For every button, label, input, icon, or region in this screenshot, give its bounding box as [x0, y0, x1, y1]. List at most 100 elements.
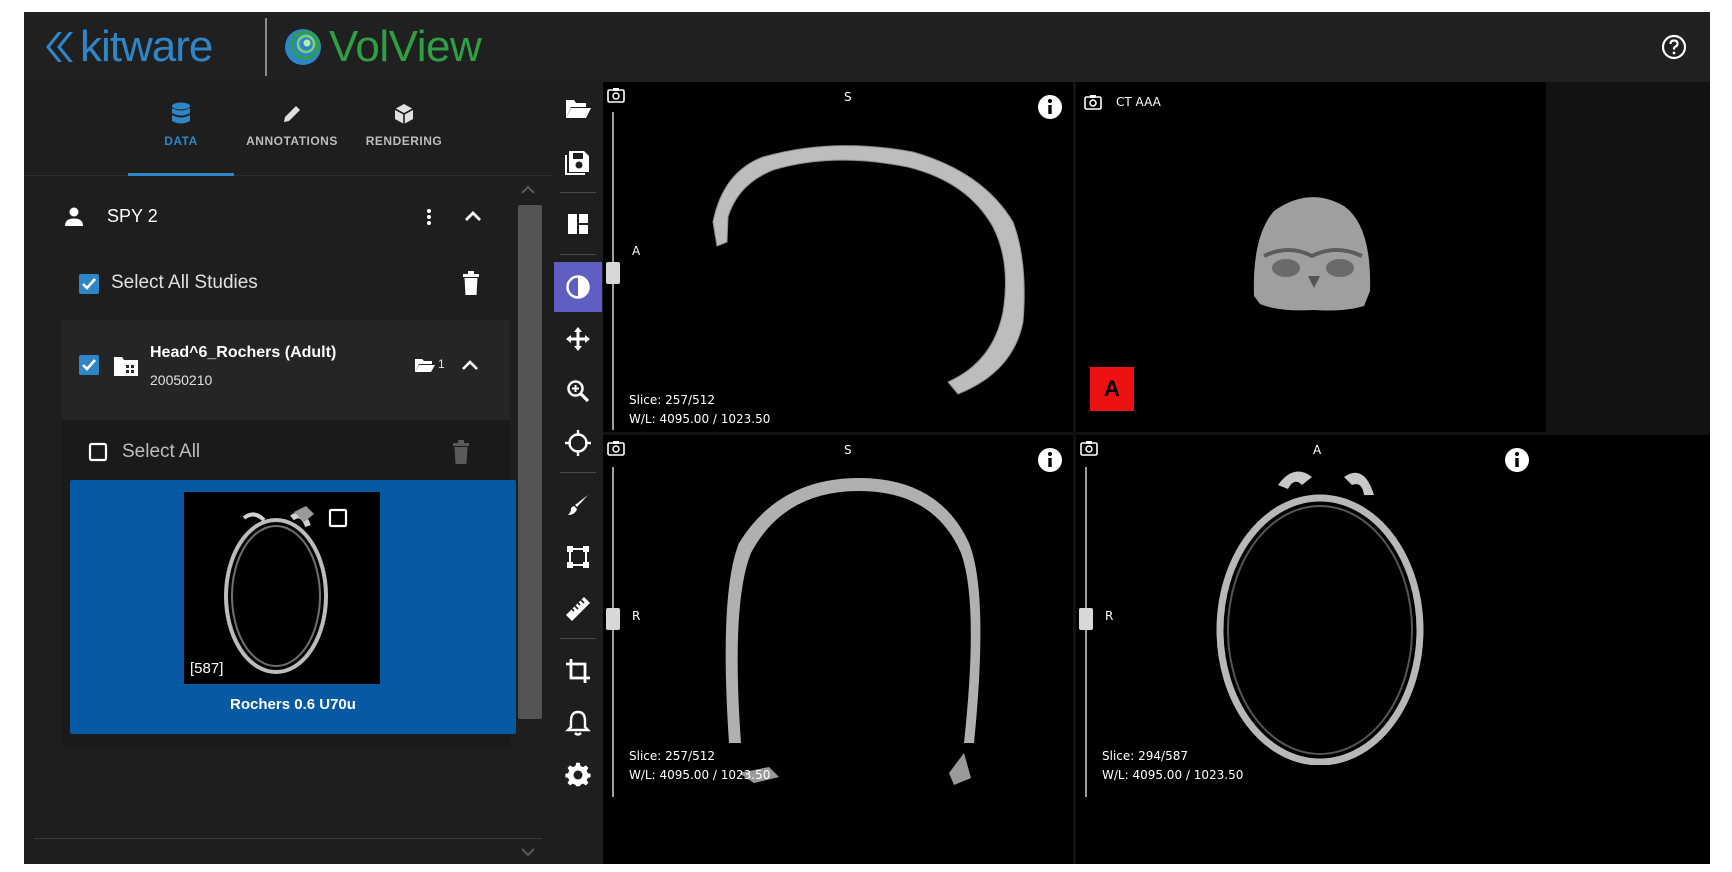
panel-divider	[34, 838, 542, 839]
screenshot-icon[interactable]	[607, 440, 625, 456]
save-button[interactable]	[554, 136, 602, 186]
ruler-button[interactable]	[554, 584, 602, 634]
study-date: 20050210	[150, 372, 213, 388]
help-circle-icon	[1661, 34, 1687, 60]
notifications-button[interactable]	[554, 698, 602, 748]
screenshot-icon[interactable]	[607, 87, 625, 103]
slice-slider-handle[interactable]	[606, 608, 620, 630]
view-3d-title: CT AAA	[1116, 95, 1161, 109]
zoom-button[interactable]	[554, 366, 602, 416]
open-files-button[interactable]	[554, 84, 602, 134]
window-level-readout: W/L: 4095.00 / 1023.50	[629, 412, 771, 426]
crop-icon	[566, 659, 590, 683]
skull-3d-render-image	[1253, 197, 1371, 311]
layout-button[interactable]	[554, 199, 602, 249]
study-card: Head^6_Rochers (Adult) 20050210 1 Select…	[62, 320, 516, 748]
tab-data[interactable]: DATA	[128, 82, 234, 176]
view-top-orientation-label: S	[844, 443, 852, 457]
tab-data-label: DATA	[164, 134, 198, 148]
person-icon	[65, 207, 83, 226]
toolbar-separator	[560, 192, 596, 193]
paint-button[interactable]	[554, 480, 602, 530]
scroll-thumb[interactable]	[518, 205, 542, 719]
move-icon	[566, 327, 590, 351]
tool-strip	[552, 82, 603, 864]
study-checkbox[interactable]	[78, 354, 100, 376]
patient-row[interactable]: SPY 2	[24, 192, 524, 242]
folder-open-small-icon	[415, 359, 435, 372]
rectangle-button[interactable]	[554, 532, 602, 582]
series-trash-icon[interactable]	[450, 439, 472, 465]
select-all-series-checkbox[interactable]	[88, 442, 108, 462]
study-folder-icon	[114, 357, 138, 376]
series-slice-count: [587]	[190, 660, 224, 677]
tab-annotations[interactable]: ANNOTATIONS	[236, 82, 348, 176]
trash-icon[interactable]	[460, 270, 482, 296]
view-side-orientation-label: A	[632, 244, 641, 258]
ruler-icon	[566, 597, 590, 621]
tab-rendering[interactable]: RENDERING	[352, 82, 456, 176]
slice-slider-handle[interactable]	[1079, 608, 1093, 630]
slice-readout: Slice: 257/512	[629, 749, 715, 763]
crop-button[interactable]	[554, 646, 602, 696]
info-icon[interactable]	[1504, 447, 1530, 473]
slice-slider-handle[interactable]	[606, 262, 620, 284]
toolbar-separator	[560, 638, 596, 639]
pencil-icon	[284, 106, 300, 122]
more-vertical-icon[interactable]	[422, 204, 436, 230]
tab-annotations-label: ANNOTATIONS	[246, 134, 338, 148]
settings-button[interactable]	[554, 750, 602, 800]
series-thumbnail: [587]	[184, 492, 380, 684]
view-coronal[interactable]: S R Slice: 257/512 W/L: 4095.00 / 1023.5…	[603, 435, 1073, 864]
axial-skull-image	[1216, 471, 1424, 765]
patient-name: SPY 2	[107, 206, 158, 226]
view-top-orientation-label: S	[844, 90, 852, 104]
data-panel: DATA ANNOTATIONS RENDERING SPY 2 Select …	[24, 82, 552, 864]
kitware-wordmark: kitware	[80, 22, 213, 71]
slice-readout: Slice: 257/512	[629, 393, 715, 407]
view-side-orientation-label: R	[632, 609, 641, 623]
kitware-chevrons-icon	[46, 32, 73, 62]
window-level-button[interactable]	[554, 262, 602, 312]
series-card[interactable]: [587] Rochers 0.6 U70u	[70, 480, 516, 734]
save-icon	[565, 151, 589, 175]
help-button[interactable]	[1660, 33, 1688, 61]
toolbar-separator	[560, 254, 596, 255]
view-axial[interactable]: A R Slice: 294/587 W/L: 4095.00 / 1023.5…	[1076, 435, 1710, 864]
pan-button[interactable]	[554, 314, 602, 364]
zoom-icon	[567, 380, 590, 403]
slice-slider-track[interactable]	[1085, 467, 1087, 797]
view-sagittal[interactable]: S A Slice: 257/512 W/L: 4095.00 / 1023.5…	[603, 82, 1073, 432]
kitware-logo: kitware	[42, 20, 213, 74]
brush-icon	[568, 495, 588, 515]
study-header[interactable]: Head^6_Rochers (Adult) 20050210 1	[62, 320, 510, 420]
rectangle-icon	[567, 546, 589, 568]
crosshair-icon	[565, 430, 591, 456]
slice-slider-track[interactable]	[612, 467, 614, 797]
brand-divider	[265, 18, 267, 76]
folder-open-icon	[566, 100, 591, 118]
screenshot-icon[interactable]	[1080, 440, 1098, 456]
view-3d[interactable]: CT AAA A	[1076, 82, 1546, 432]
info-icon[interactable]	[1037, 447, 1063, 473]
series-checkbox[interactable]	[328, 508, 348, 528]
layout-icon	[568, 214, 588, 234]
select-all-studies-checkbox[interactable]	[78, 273, 100, 295]
axial-skull-thumbnail-image	[224, 506, 328, 674]
screenshot-icon[interactable]	[1084, 94, 1102, 110]
coronal-skull-image	[725, 478, 981, 785]
series-name: Rochers 0.6 U70u	[230, 696, 356, 713]
crosshairs-button[interactable]	[554, 418, 602, 468]
scroll-up-icon[interactable]	[518, 182, 538, 198]
select-all-series-label: Select All	[122, 441, 201, 462]
window-level-readout: W/L: 4095.00 / 1023.50	[629, 768, 771, 782]
series-count: 1	[438, 357, 445, 371]
study-chevron-up-icon[interactable]	[460, 356, 480, 376]
panel-tabs: DATA ANNOTATIONS RENDERING	[24, 82, 552, 176]
volview-swirl-icon	[285, 29, 321, 65]
chevron-up-icon[interactable]	[462, 206, 484, 228]
study-name: Head^6_Rochers (Adult)	[150, 344, 337, 361]
scroll-down-icon[interactable]	[518, 844, 538, 860]
toolbar-separator	[560, 472, 596, 473]
select-all-studies-label: Select All Studies	[111, 272, 258, 293]
